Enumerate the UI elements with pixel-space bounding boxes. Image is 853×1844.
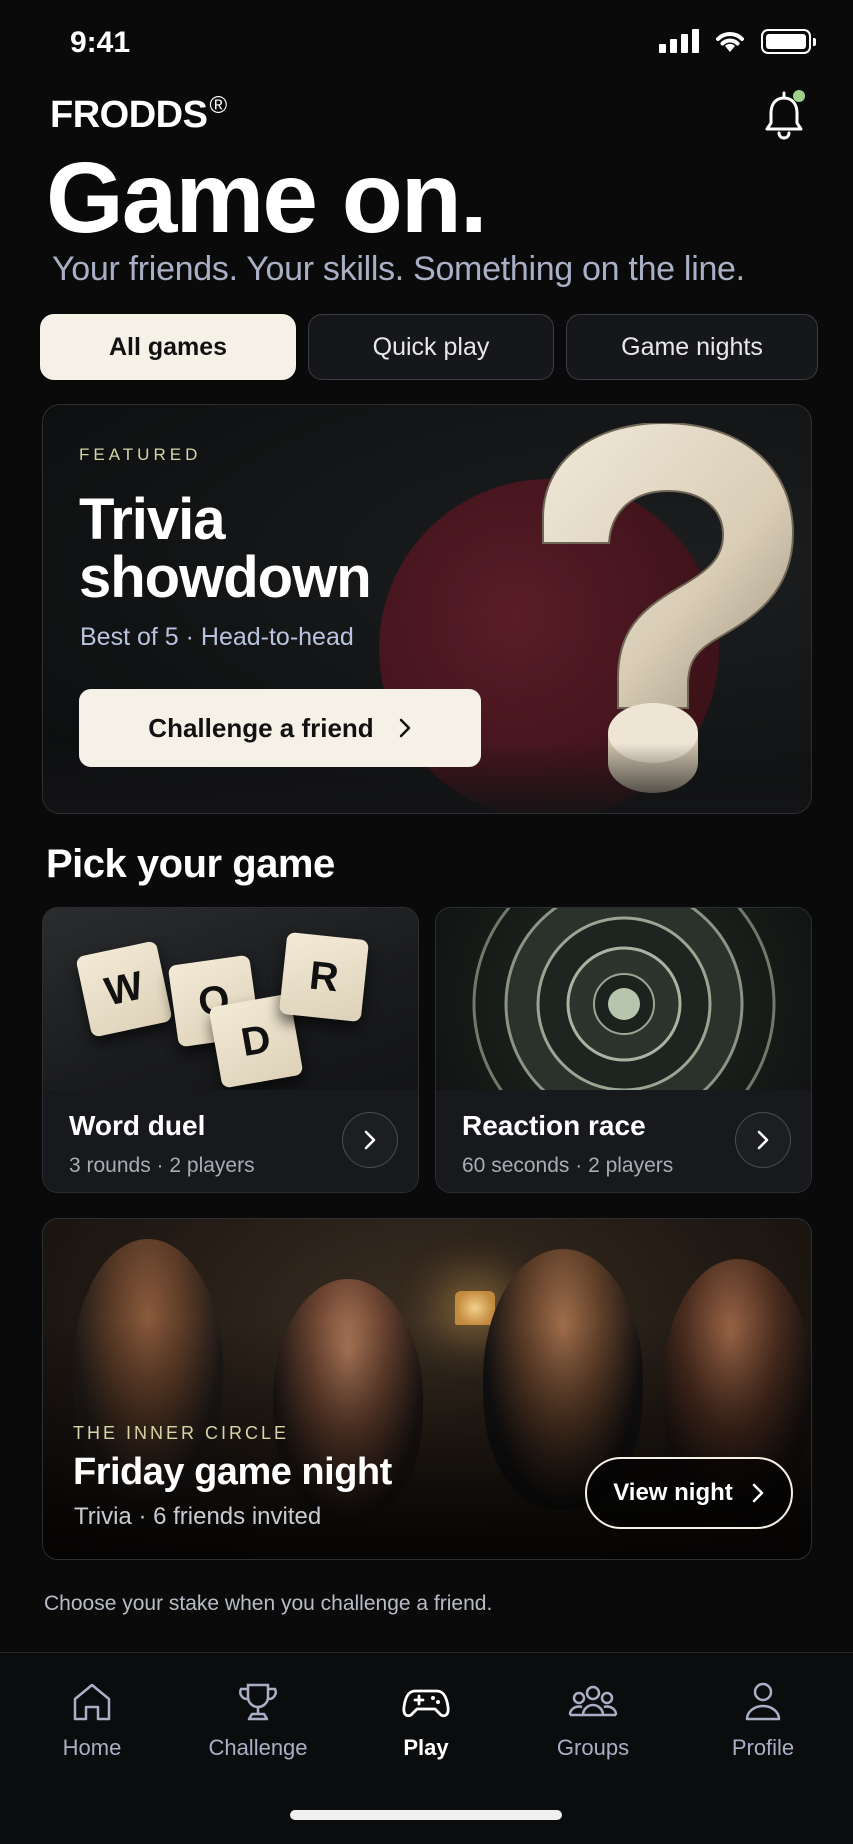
nav-label: Groups: [556, 1735, 630, 1760]
featured-title: Trivia showdown: [79, 487, 372, 610]
nav-challenge[interactable]: Challenge: [183, 1677, 333, 1761]
letter-tile: R: [278, 931, 370, 1023]
nav-label: Play: [403, 1735, 449, 1760]
game-card-word-duel[interactable]: W O D R Word duel 3 rounds · 2 players: [42, 907, 419, 1193]
game-info: Word duel 3 rounds · 2 players: [43, 1090, 418, 1192]
chevron-right-icon: [752, 1483, 764, 1503]
challenge-friend-button[interactable]: Challenge a friend: [79, 689, 481, 767]
wifi-icon: [716, 32, 744, 52]
filter-tabs: All games Quick play Game nights: [40, 314, 818, 380]
game-info: Reaction race 60 seconds · 2 players: [436, 1090, 811, 1192]
chevron-right-icon: [399, 718, 410, 738]
featured-kicker: FEATURED: [79, 445, 202, 464]
tab-all-games[interactable]: All games: [40, 314, 296, 380]
featured-meta: Best of 5 · Head-to-head: [80, 623, 354, 651]
game-meta: 3 rounds · 2 players: [69, 1154, 255, 1177]
open-game-button[interactable]: [735, 1112, 791, 1168]
status-time: 9:41: [70, 26, 131, 59]
nav-groups[interactable]: Groups: [518, 1677, 668, 1761]
section-title: Pick your game: [46, 842, 335, 886]
notification-dot: [793, 90, 805, 102]
game-night-card[interactable]: THE INNER CIRCLE Friday game night Trivi…: [42, 1218, 812, 1560]
view-night-button[interactable]: View night: [585, 1457, 793, 1529]
nav-label: Profile: [731, 1735, 795, 1760]
open-game-button[interactable]: [342, 1112, 398, 1168]
word-tiles-illustration: W O D R: [43, 908, 418, 1090]
page-subtitle: Your friends. Your skills. Something on …: [52, 250, 745, 288]
game-name: Word duel: [69, 1110, 206, 1141]
nav-profile[interactable]: Profile: [688, 1677, 838, 1761]
page-title: Game on.: [46, 142, 488, 254]
groups-icon: [568, 1685, 618, 1717]
target-rings-illustration: [436, 908, 811, 1156]
signal-icon: [659, 29, 699, 53]
letter-tile: W: [75, 940, 173, 1038]
battery-icon: [761, 28, 816, 54]
nav-label: Home: [62, 1735, 122, 1760]
footnote: Choose your stake when you challenge a f…: [44, 1592, 493, 1615]
gamepad-icon: [402, 1689, 450, 1718]
featured-card[interactable]: FEATURED Trivia showdown Best of 5 · Hea…: [42, 404, 812, 814]
tab-quick-play[interactable]: Quick play: [308, 314, 554, 380]
chevron-right-icon: [757, 1130, 769, 1150]
nav-home[interactable]: Home: [17, 1677, 167, 1761]
target-icon: [472, 908, 776, 1156]
trophy-icon: [239, 1683, 277, 1721]
status-icons: [659, 28, 816, 54]
tab-game-nights[interactable]: Game nights: [566, 314, 818, 380]
profile-icon: [745, 1682, 781, 1721]
game-name: Reaction race: [462, 1110, 646, 1141]
nav-label: Challenge: [208, 1735, 308, 1760]
home-icon: [73, 1683, 111, 1721]
nav-play[interactable]: Play: [351, 1677, 501, 1761]
challenge-friend-label: Challenge a friend: [148, 712, 374, 743]
view-night-label: View night: [613, 1479, 733, 1506]
notifications-button[interactable]: [761, 90, 807, 142]
game-night-title: Friday game night: [73, 1451, 392, 1493]
game-night-kicker: THE INNER CIRCLE: [73, 1423, 290, 1443]
game-card-reaction-race[interactable]: Reaction race 60 seconds · 2 players: [435, 907, 812, 1193]
game-night-meta: Trivia · 6 friends invited: [74, 1503, 322, 1530]
home-indicator[interactable]: [290, 1810, 562, 1820]
chevron-right-icon: [364, 1130, 376, 1150]
status-bar: 9:41: [0, 0, 853, 90]
brand-logo: FRODDS®: [50, 92, 227, 136]
game-meta: 60 seconds · 2 players: [462, 1154, 674, 1177]
